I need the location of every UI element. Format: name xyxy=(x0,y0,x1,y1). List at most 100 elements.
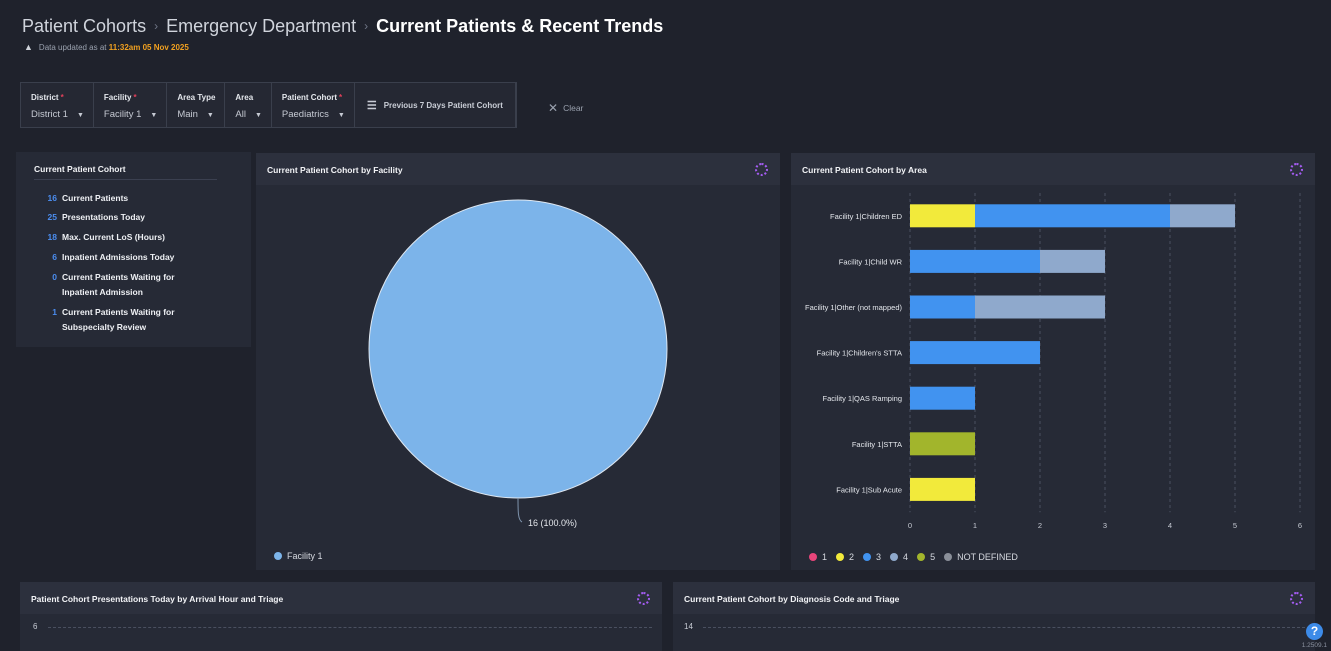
panel-header: Current Patient Cohort by Diagnosis Code… xyxy=(673,582,1315,614)
chevron-right-icon: › xyxy=(154,19,159,33)
legend-label: 1 xyxy=(822,552,828,562)
kpi-max-current-los: 18 Max. Current LoS (Hours) xyxy=(40,230,165,245)
legend-dot xyxy=(809,553,817,561)
kpi-value: 25 xyxy=(47,212,57,222)
legend-label[interactable]: Facility 1 xyxy=(287,551,323,561)
filter-bar: District * District 1 ▼ Facility * Facility… xyxy=(20,82,517,128)
kpi-label: Presentations Today xyxy=(62,212,145,222)
required-marker: * xyxy=(60,93,64,102)
legend-dot xyxy=(836,553,845,561)
panel-header: Current Patient Cohort by Area xyxy=(791,153,1315,185)
page-title: Current Patients & Recent Trends xyxy=(376,16,664,36)
clear-button[interactable]: ✕ Clear xyxy=(548,100,584,115)
pie-slice[interactable] xyxy=(368,199,668,499)
updated-timestamp: 11:32am 05 Nov 2025 xyxy=(108,43,189,52)
help-button[interactable]: ? xyxy=(1306,623,1323,640)
bar-segment[interactable] xyxy=(910,295,975,319)
clear-label: Clear xyxy=(563,103,584,113)
filter-area[interactable]: Area All ▼ xyxy=(225,83,272,127)
filter-label: Facility xyxy=(103,93,132,102)
filter-value: Paediatrics xyxy=(281,109,329,120)
bar-segment[interactable] xyxy=(910,477,975,501)
legend-item[interactable]: 1 xyxy=(809,552,827,562)
filter-facility[interactable]: Facility * Facility 1 ▼ xyxy=(94,83,168,127)
kpi-value: 0 xyxy=(52,272,57,282)
warning-icon: ▲ xyxy=(24,42,33,52)
legend-label: 5 xyxy=(930,552,936,562)
pie-data-label: 16 (100.0%) xyxy=(528,518,577,528)
y-category-label: Facility 1|STTA xyxy=(852,440,902,449)
bar-panel-title: Current Patient Cohort by Area xyxy=(802,165,927,175)
kpi-label: Current Patients xyxy=(62,193,129,203)
kpi-label: Max. Current LoS (Hours) xyxy=(62,232,165,242)
kpi-presentations-today: 25 Presentations Today xyxy=(40,210,145,225)
panel-header: Patient Cohort Presentations Today by Ar… xyxy=(20,582,662,614)
kpi-value: 18 xyxy=(47,232,57,242)
y-category-label: Facility 1|Children's STTA xyxy=(817,349,902,358)
caret-down-icon: ▼ xyxy=(337,112,345,119)
kpi-panel-title: Current Patient Cohort xyxy=(34,164,126,174)
breadcrumb: Patient Cohorts › Emergency Department › Cur… xyxy=(22,16,663,37)
x-tick-label: 5 xyxy=(1233,521,1237,530)
filter-patient-cohort[interactable]: Patient Cohort * Paediatrics ▼ xyxy=(272,83,355,127)
kpi-label: Inpatient Admissions Today xyxy=(62,252,175,262)
kpi-label: Current Patients Waiting for xyxy=(62,272,175,282)
pie-panel-title: Current Patient Cohort by Facility xyxy=(267,165,403,175)
required-marker: * xyxy=(133,93,137,102)
bar-segment[interactable] xyxy=(910,341,1040,365)
kpi-waiting-subspecialty-review: 1 Current Patients Waiting for Subspecialt… xyxy=(40,305,175,335)
label-leader-line xyxy=(517,497,523,523)
kpi-inpatient-admissions: 6 Inpatient Admissions Today xyxy=(40,250,174,265)
y-category-label: Facility 1|QAS Ramping xyxy=(823,394,902,403)
gridline xyxy=(48,627,652,628)
legend-item[interactable]: 2 xyxy=(836,552,854,562)
legend-item[interactable]: NOT DEFINED xyxy=(944,552,1018,562)
bar-segment[interactable] xyxy=(975,204,1170,228)
bar-chart: 0 1 2 3 4 5 6 Facility 1|Children ED Facility 1|… xyxy=(805,193,1302,530)
legend-item[interactable]: 4 xyxy=(890,552,908,562)
bar-segment[interactable] xyxy=(910,204,975,228)
filter-area-type[interactable]: Area Type Main ▼ xyxy=(167,83,226,127)
pie-legend: Facility 1 xyxy=(274,551,323,561)
x-tick-label: 0 xyxy=(908,521,912,530)
legend-item[interactable]: 5 xyxy=(917,552,935,562)
bar-segment[interactable] xyxy=(1040,249,1105,273)
kpi-label: Current Patients Waiting for xyxy=(62,307,175,317)
updated-prefix: Data updated as at xyxy=(38,43,107,52)
filter-value: Facility 1 xyxy=(103,109,142,120)
bar-segment[interactable] xyxy=(910,386,975,410)
divider xyxy=(34,179,217,180)
legend-item[interactable]: 3 xyxy=(863,552,881,562)
y-tick-label: 14 xyxy=(684,622,693,631)
breadcrumb-item-emergency-department[interactable]: Emergency Department xyxy=(166,16,356,36)
pie-panel: Current Patient Cohort by Facility 16 (1… xyxy=(256,153,780,570)
caret-down-icon: ▼ xyxy=(206,112,214,119)
version-label: 1.2509.1 xyxy=(1301,642,1327,649)
kpi-value: 6 xyxy=(52,252,57,262)
bar-panel: Current Patient Cohort by Area 0 1 2 3 4 5 6 Fa… xyxy=(791,153,1315,570)
kpi-value: 1 xyxy=(52,307,57,317)
bar-segment[interactable] xyxy=(910,432,975,456)
filter-value: Main xyxy=(177,109,198,120)
caret-down-icon: ▼ xyxy=(76,112,84,119)
previous-7-days-button[interactable]: ☰ Previous 7 Days Patient Cohort xyxy=(355,83,516,127)
bar-segment[interactable] xyxy=(910,249,1040,273)
loading-spinner-icon xyxy=(1290,163,1303,176)
bar-legend: 1 2 3 4 5 NOT DEFINED xyxy=(809,552,1027,562)
filter-value: All xyxy=(235,109,246,120)
previous-7-days-label: Previous 7 Days Patient Cohort xyxy=(383,100,503,110)
panel-header: Current Patient Cohort by Facility xyxy=(256,153,780,185)
breadcrumb-item-patient-cohorts[interactable]: Patient Cohorts xyxy=(22,16,146,36)
loading-spinner-icon xyxy=(1290,592,1303,605)
list-icon: ☰ xyxy=(366,99,377,112)
filter-district[interactable]: District * District 1 ▼ xyxy=(21,83,94,127)
legend-label: 3 xyxy=(876,552,882,562)
legend-label: NOT DEFINED xyxy=(957,552,1018,562)
x-tick-label: 3 xyxy=(1103,521,1107,530)
bar-segment[interactable] xyxy=(975,295,1105,319)
y-category-label: Facility 1|Children ED xyxy=(830,212,903,221)
y-category-label: Facility 1|Other (not mapped) xyxy=(805,303,902,312)
legend-dot xyxy=(944,553,953,561)
bar-segment[interactable] xyxy=(1170,204,1235,228)
data-updated-note: ▲ Data updated as at 11:32am 05 Nov 2025 xyxy=(24,42,189,52)
